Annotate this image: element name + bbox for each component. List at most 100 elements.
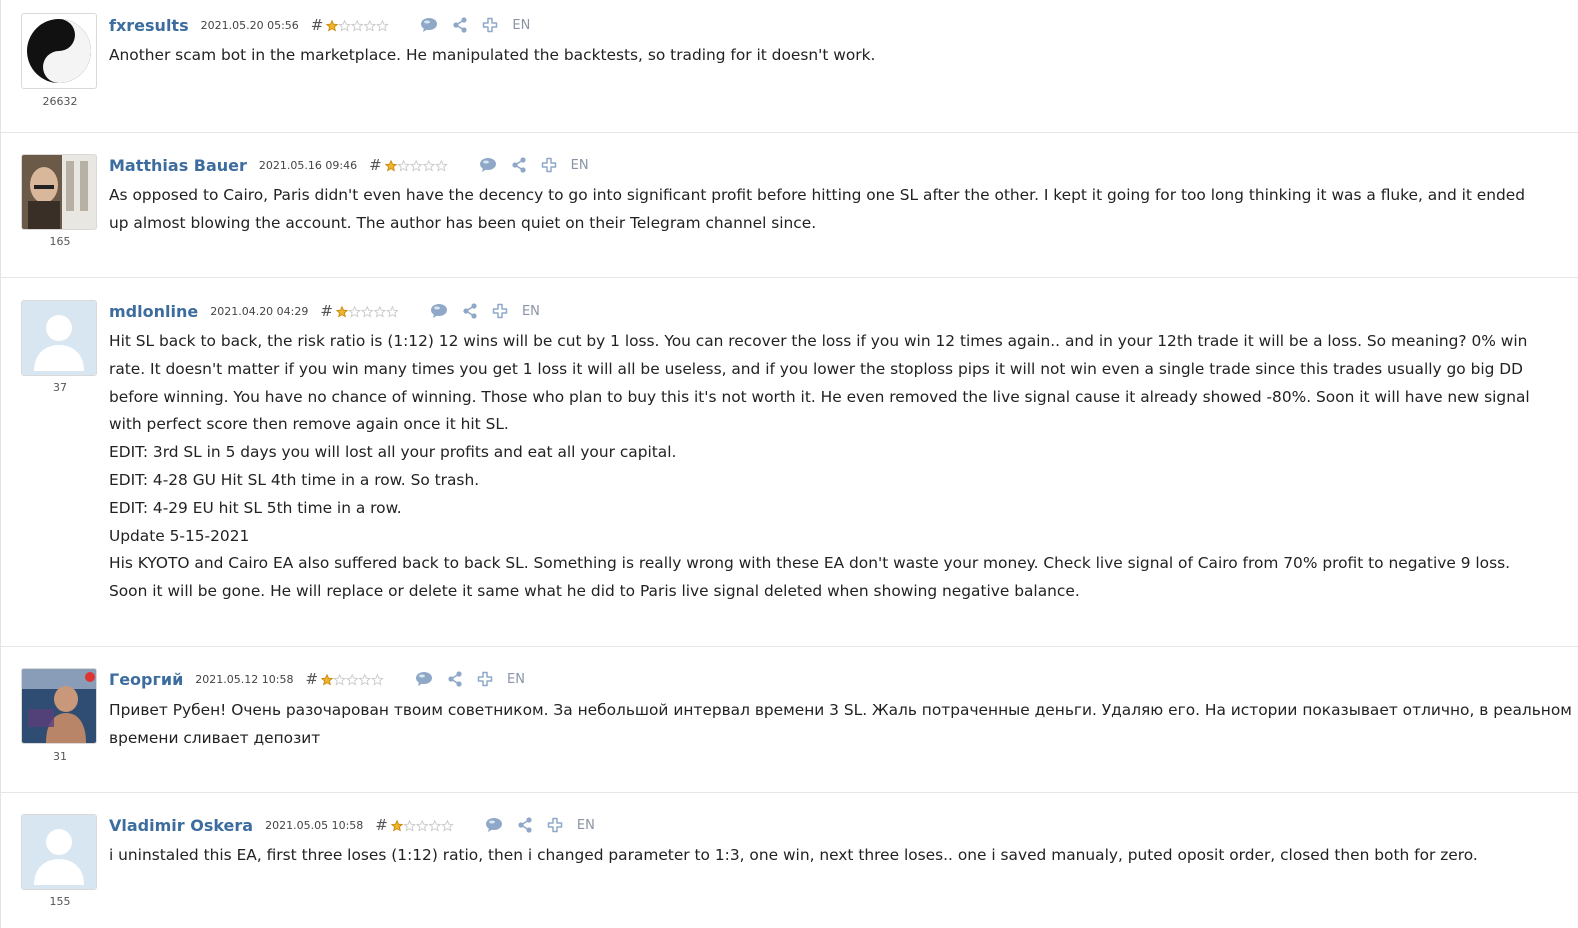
star-empty-icon: [415, 819, 429, 832]
review-line: with perfect score then remove again onc…: [109, 415, 509, 434]
star-empty-icon: [360, 305, 374, 318]
star-empty-icon: [338, 19, 352, 32]
star-rating: [335, 305, 400, 318]
language-badge[interactable]: EN: [522, 304, 540, 319]
star-empty-icon: [386, 305, 399, 318]
review-header: Matthias Bauer 2021.05.16 09:46 # EN: [109, 154, 589, 176]
star-filled-icon: [390, 819, 404, 832]
review-text: i uninstaled this EA, first three loses …: [109, 842, 1561, 870]
share-icon[interactable]: [452, 17, 468, 33]
review-actions: EN: [430, 303, 540, 319]
author-name[interactable]: Vladimir Oskera: [109, 816, 253, 835]
review-text: Привет Рубен! Очень разочарован твоим со…: [109, 697, 1572, 753]
review-date: 2021.05.12 10:58: [195, 672, 294, 686]
author-name[interactable]: Matthias Bauer: [109, 156, 247, 175]
review-line: up almost blowing the account. The autho…: [109, 213, 817, 232]
user-rating: 26632: [42, 95, 78, 108]
review-line: EDIT: 4-29 EU hit SL 5th time in a row.: [109, 498, 402, 517]
divider: [0, 132, 1578, 133]
star-empty-icon: [428, 819, 441, 832]
divider: [0, 792, 1578, 793]
user-rating: 155: [49, 895, 71, 908]
share-icon[interactable]: [447, 671, 463, 687]
permalink-hash[interactable]: #: [369, 156, 382, 174]
review-date: 2021.05.16 09:46: [258, 158, 358, 172]
review-line: EDIT: 3rd SL in 5 days you will lost all…: [109, 443, 677, 462]
user-rating: 31: [53, 750, 67, 763]
author-name[interactable]: mdlonline: [109, 302, 198, 321]
language-badge[interactable]: EN: [571, 158, 589, 173]
comment-icon[interactable]: [420, 17, 438, 33]
star-rating: [326, 19, 390, 32]
review-text: Hit SL back to back, the risk ratio is (…: [109, 328, 1561, 606]
permalink-hash[interactable]: #: [311, 16, 324, 34]
review-line: Update 5-15-2021: [109, 526, 250, 545]
author-name[interactable]: Георгий: [109, 670, 183, 689]
star-empty-icon: [440, 819, 454, 832]
add-icon[interactable]: [482, 17, 498, 33]
avatar[interactable]: [21, 154, 97, 230]
review-line: before winning. You have no chance of wi…: [109, 387, 1530, 406]
star-empty-icon: [376, 19, 390, 32]
star-empty-icon: [422, 159, 435, 172]
star-filled-icon: [384, 159, 397, 172]
divider: [0, 646, 1578, 647]
star-rating: [390, 819, 455, 832]
review-line: Hit SL back to back, the risk ratio is (…: [109, 332, 1528, 350]
review-actions: EN: [479, 157, 589, 173]
star-empty-icon: [409, 159, 423, 172]
user-rating: 37: [53, 381, 67, 394]
author-name[interactable]: fxresults: [109, 16, 189, 35]
star-empty-icon: [345, 673, 359, 686]
star-rating: [321, 673, 385, 686]
review-header: mdlonline 2021.04.20 04:29 # EN: [109, 300, 540, 322]
add-icon[interactable]: [541, 157, 557, 173]
language-badge[interactable]: EN: [512, 18, 530, 33]
review-text: Another scam bot in the marketplace. He …: [109, 42, 1561, 70]
star-filled-icon: [321, 673, 334, 686]
page-left-border: [0, 0, 1, 928]
user-rating: 165: [49, 235, 71, 248]
review-line: i uninstaled this EA, first three loses …: [109, 846, 1478, 864]
avatar[interactable]: [21, 300, 97, 376]
add-icon[interactable]: [477, 671, 493, 687]
share-icon[interactable]: [462, 303, 478, 319]
review-line: rate. It doesn't matter if you win many …: [109, 359, 1523, 378]
avatar[interactable]: [21, 13, 97, 89]
review-text: As opposed to Cairo, Paris didn't even h…: [109, 182, 1561, 238]
review-line: Привет Рубен! Очень разочарован твоим со…: [109, 701, 1572, 719]
star-empty-icon: [333, 673, 346, 686]
review-actions: EN: [485, 817, 595, 833]
review-header: Георгий 2021.05.12 10:58 # EN: [109, 668, 525, 690]
star-empty-icon: [403, 819, 416, 832]
star-empty-icon: [373, 305, 387, 318]
share-icon[interactable]: [511, 157, 527, 173]
add-icon[interactable]: [492, 303, 508, 319]
avatar[interactable]: [21, 814, 97, 890]
star-filled-icon: [326, 19, 339, 32]
star-empty-icon: [358, 673, 372, 686]
permalink-hash[interactable]: #: [375, 816, 388, 834]
avatar[interactable]: [21, 668, 97, 744]
review-date: 2021.05.20 05:56: [200, 18, 299, 32]
star-empty-icon: [348, 305, 361, 318]
review-date: 2021.04.20 04:29: [210, 304, 309, 318]
add-icon[interactable]: [547, 817, 563, 833]
permalink-hash[interactable]: #: [305, 670, 318, 688]
comment-icon[interactable]: [479, 157, 497, 173]
star-empty-icon: [371, 673, 384, 686]
comment-icon[interactable]: [430, 303, 448, 319]
star-empty-icon: [434, 159, 448, 172]
language-badge[interactable]: EN: [577, 818, 595, 833]
comment-icon[interactable]: [415, 671, 433, 687]
comment-icon[interactable]: [485, 817, 503, 833]
review-line: EDIT: 4-28 GU Hit SL 4th time in a row. …: [109, 470, 480, 489]
permalink-hash[interactable]: #: [320, 302, 333, 320]
star-rating: [384, 159, 449, 172]
review-line: His KYOTO and Cairo EA also suffered bac…: [109, 554, 1510, 573]
language-badge[interactable]: EN: [507, 672, 525, 687]
share-icon[interactable]: [517, 817, 533, 833]
star-filled-icon: [335, 305, 349, 318]
review-header: fxresults 2021.05.20 05:56 # EN: [109, 14, 530, 36]
star-empty-icon: [363, 19, 377, 32]
